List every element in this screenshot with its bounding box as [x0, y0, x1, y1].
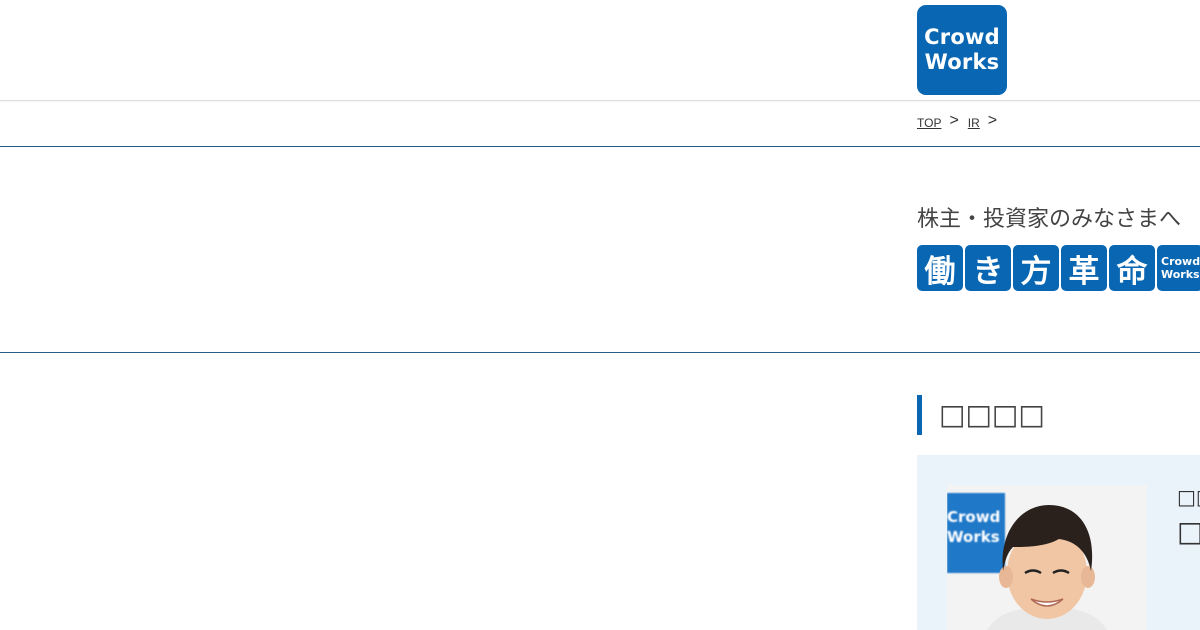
profile-subtitle: □□	[1177, 485, 1200, 509]
logo-text-line1: Crowd	[924, 25, 1000, 49]
profile-text: □□ □□	[1177, 485, 1200, 548]
tagline-tile: き	[965, 245, 1011, 291]
section-title: □□□□	[917, 395, 1045, 435]
person-portrait-icon	[987, 505, 1107, 630]
site-header: Crowd Works	[0, 0, 1200, 101]
tagline-tile: 命	[1109, 245, 1155, 291]
profile-card: Crowd Works □ □	[917, 455, 1200, 630]
ceo-photo: Crowd Works	[947, 485, 1147, 630]
tagline-tile: 革	[1061, 245, 1107, 291]
breadcrumb-link-top[interactable]: TOP	[917, 116, 941, 130]
breadcrumb-link-ir[interactable]: IR	[968, 116, 980, 130]
hero-banner: 株主・投資家のみなさまへ 働 き 方 革 命 Crowd Works	[0, 147, 1200, 353]
logo-text-line2: Works	[924, 50, 1000, 74]
breadcrumb: TOP > IR >	[917, 112, 1006, 132]
hero-tagline-tiles: 働 き 方 革 命 Crowd Works	[917, 245, 1200, 291]
profile-name: □□	[1177, 515, 1200, 548]
tagline-logo-tile: Crowd Works	[1157, 245, 1200, 291]
tagline-tile: 働	[917, 245, 963, 291]
tagline-tile: 方	[1013, 245, 1059, 291]
crowdworks-logo[interactable]: Crowd Works	[917, 5, 1007, 95]
page: Crowd Works TOP > IR > 株主・投資家のみなさまへ 働 き …	[0, 0, 1200, 630]
tile-logo-line2: Works	[1161, 268, 1200, 281]
breadcrumb-bar: TOP > IR >	[0, 101, 1200, 147]
tile-logo-line1: Crowd	[1161, 255, 1200, 268]
breadcrumb-separator: >	[949, 112, 959, 129]
breadcrumb-separator: >	[987, 112, 998, 129]
hero-heading: 株主・投資家のみなさまへ	[917, 207, 1182, 232]
